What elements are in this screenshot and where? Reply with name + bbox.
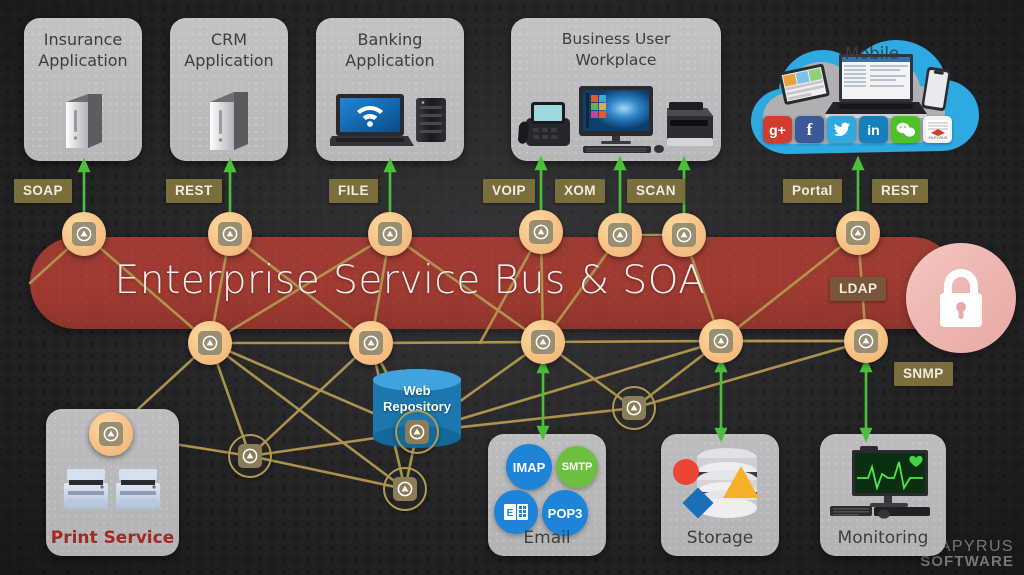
protocol-label-rest1: REST	[166, 179, 222, 203]
protocol-label-xom: XOM	[555, 179, 605, 203]
protocol-label-ldap: LDAP	[830, 277, 887, 301]
protocol-label-file: FILE	[329, 179, 378, 203]
protocol-labels: SOAP REST FILE VOIP XOM SCAN Portal REST LDAP SNM…	[0, 0, 1024, 575]
protocol-label-rest2: REST	[872, 179, 928, 203]
protocol-label-scan: SCAN	[627, 179, 685, 203]
protocol-label-soap: SOAP	[14, 179, 72, 203]
protocol-label-portal: Portal	[783, 179, 842, 203]
protocol-label-voip: VOIP	[483, 179, 535, 203]
protocol-label-snmp: SNMP	[894, 362, 953, 386]
esb-architecture-diagram: Insurance Application CRM Application Ba…	[0, 0, 1024, 575]
